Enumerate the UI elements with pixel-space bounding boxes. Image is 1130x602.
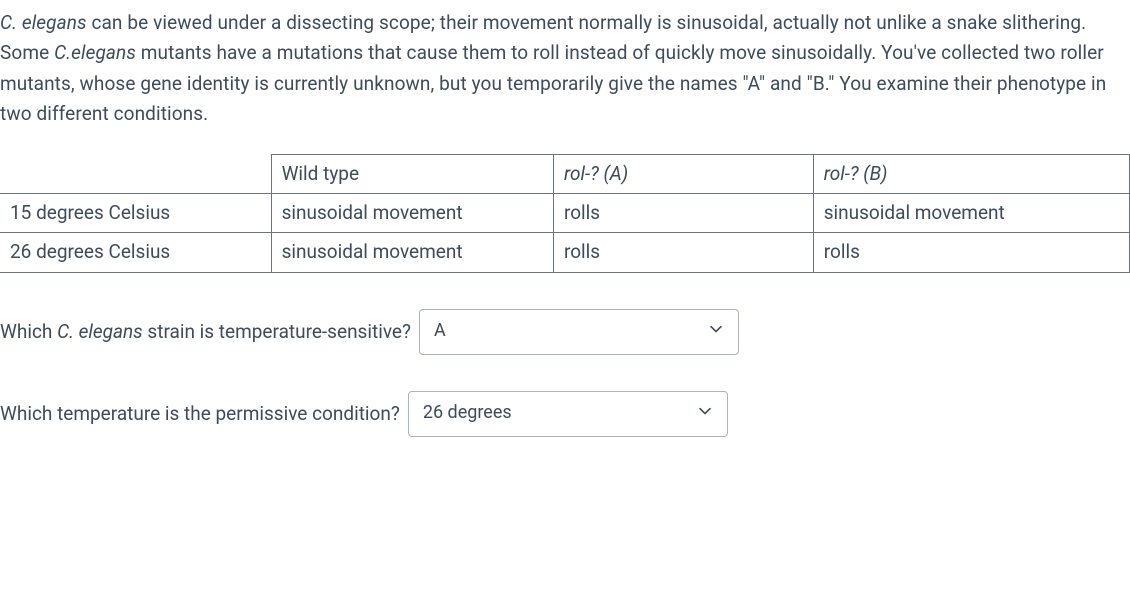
question-2-row: Which temperature is the permissive cond…: [0, 391, 1130, 437]
question-2-text: Which temperature is the permissive cond…: [0, 399, 400, 429]
question-1-text: Which C. elegans strain is temperature-s…: [0, 317, 411, 347]
chevron-down-icon: [708, 317, 724, 346]
strain-dropdown-value: A: [434, 317, 446, 346]
phenotype-table: Wild type rol-? (A) rol-? (B) 15 degrees…: [0, 154, 1130, 273]
question-1-row: Which C. elegans strain is temperature-s…: [0, 309, 1130, 355]
temperature-dropdown-value: 26 degrees: [423, 399, 512, 428]
strain-dropdown[interactable]: A: [419, 309, 739, 355]
table-cell: sinusoidal movement: [271, 193, 553, 232]
table-cell: sinusoidal movement: [813, 193, 1129, 232]
table-cell: rolls: [553, 233, 813, 272]
table-cell: 15 degrees Celsius: [0, 193, 271, 232]
table-cell: 26 degrees Celsius: [0, 233, 271, 272]
table-cell: rolls: [813, 233, 1129, 272]
table-cell: rol-? (B): [813, 154, 1129, 193]
table-cell: sinusoidal movement: [271, 233, 553, 272]
species-name-1: C. elegans: [0, 11, 87, 34]
species-name-2: C.elegans: [54, 41, 136, 64]
table-cell: rol-? (A): [553, 154, 813, 193]
table-cell: Wild type: [271, 154, 553, 193]
question-paragraph: C. elegans can be viewed under a dissect…: [0, 8, 1130, 130]
table-row: 15 degrees Celsius sinusoidal movement r…: [0, 193, 1130, 232]
chevron-down-icon: [697, 399, 713, 428]
temperature-dropdown[interactable]: 26 degrees: [408, 391, 728, 437]
paragraph-text-2: mutants have a mutations that cause them…: [0, 41, 1106, 125]
table-row: 26 degrees Celsius sinusoidal movement r…: [0, 233, 1130, 272]
table-cell: [0, 154, 271, 193]
table-cell: rolls: [553, 193, 813, 232]
table-row: Wild type rol-? (A) rol-? (B): [0, 154, 1130, 193]
